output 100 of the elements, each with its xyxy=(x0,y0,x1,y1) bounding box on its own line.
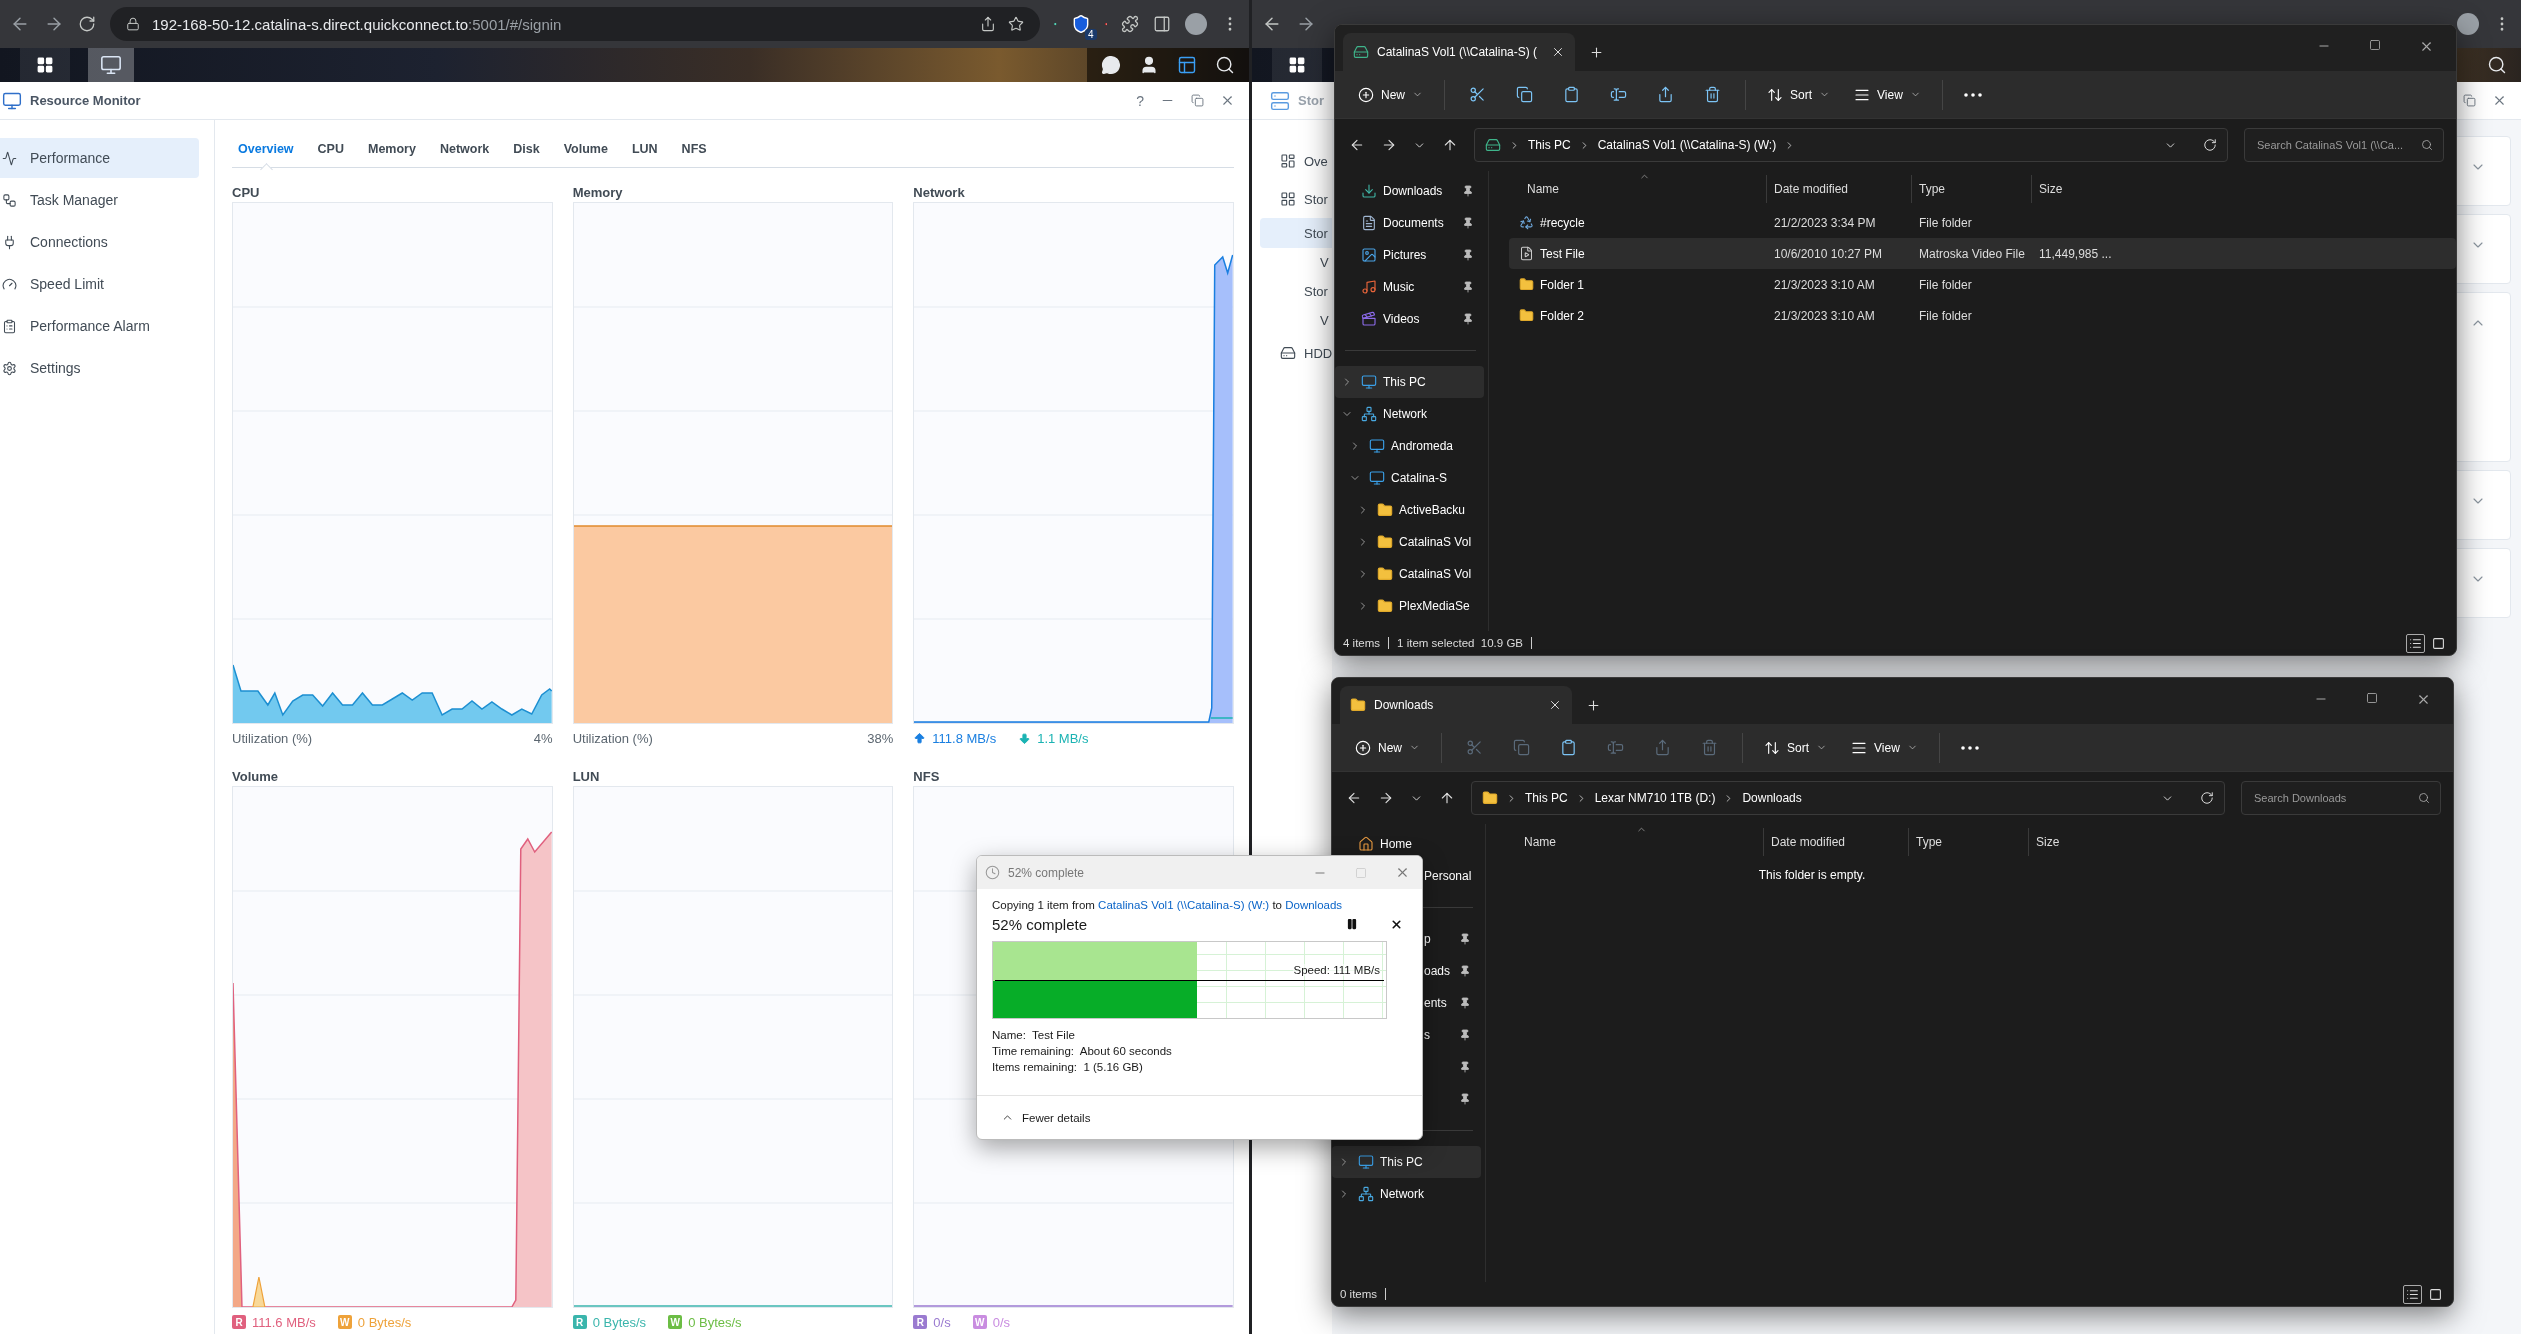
search-input[interactable]: Search Downloads xyxy=(2252,791,2412,805)
cancel-icon[interactable] xyxy=(1390,917,1403,931)
address-field[interactable]: This PC Lexar NM710 1TB (D:) Downloads xyxy=(1471,781,2225,815)
sidebar-item[interactable]: Stor xyxy=(1260,276,1332,306)
breadcrumb[interactable]: This PC xyxy=(1528,138,1571,152)
up-icon[interactable] xyxy=(1439,790,1455,806)
file-row[interactable]: Folder 2 21/3/2023 3:10 AM File folder xyxy=(1509,300,2456,331)
view-button[interactable]: View xyxy=(1845,77,1930,112)
share-icon[interactable] xyxy=(980,16,996,32)
up-icon[interactable] xyxy=(1442,137,1458,153)
new-tab-icon[interactable] xyxy=(1586,697,1601,713)
main-menu-icon[interactable] xyxy=(1288,56,1306,74)
chat-icon[interactable] xyxy=(1101,55,1121,75)
nav-item[interactable]: Andromeda xyxy=(1335,430,1484,462)
destination-link[interactable]: Downloads xyxy=(1285,899,1343,911)
tab[interactable]: Disk xyxy=(513,129,540,168)
breadcrumb[interactable]: This PC xyxy=(1525,791,1568,805)
file-row[interactable]: #recycle 21/2/2023 3:34 PM File folder xyxy=(1509,207,2456,238)
address-field[interactable]: This PC CatalinaS Vol1 (\\Catalina-S) (W:) xyxy=(1474,128,2228,162)
nav-item[interactable]: Network xyxy=(1335,398,1484,430)
nav-item[interactable]: Network xyxy=(1332,1178,1481,1210)
main-menu-icon[interactable] xyxy=(36,56,54,74)
nav-item[interactable]: oads xyxy=(1424,955,1481,987)
column-header[interactable]: Name xyxy=(1506,828,1763,856)
column-header[interactable]: Type xyxy=(1911,175,2031,203)
sidebar-item[interactable]: Performance Alarm xyxy=(0,306,199,346)
tab[interactable]: Memory xyxy=(368,129,416,168)
tab[interactable]: Network xyxy=(439,129,490,168)
close-icon[interactable] xyxy=(2416,692,2431,707)
restore-icon[interactable] xyxy=(1191,94,1204,107)
sidebar-item[interactable]: Ove xyxy=(1260,142,1332,180)
nav-item[interactable]: CatalinaS Vol xyxy=(1335,526,1484,558)
maximize-icon[interactable] xyxy=(2366,692,2378,704)
pause-icon[interactable] xyxy=(1346,917,1358,930)
tab[interactable]: LUN xyxy=(631,129,658,168)
sidebar-item[interactable]: Performance xyxy=(0,138,199,178)
search-icon[interactable] xyxy=(1215,55,1235,75)
nav-item[interactable]: p xyxy=(1424,923,1481,955)
nav-item[interactable]: CatalinaS Vol xyxy=(1335,558,1484,590)
sidebar-item[interactable]: Speed Limit xyxy=(0,264,199,304)
file-row[interactable]: Folder 1 21/3/2023 3:10 AM File folder xyxy=(1509,269,2456,300)
nav-item[interactable]: Pictures xyxy=(1335,239,1484,271)
help-button[interactable]: ? xyxy=(1136,92,1144,109)
column-header[interactable]: Type xyxy=(1908,828,2028,856)
nav-item[interactable]: PlexMediaSe xyxy=(1335,590,1484,622)
column-header[interactable]: Size xyxy=(2028,828,2118,856)
user-icon[interactable] xyxy=(1139,55,1159,75)
forward-icon[interactable] xyxy=(1381,137,1397,153)
sidebar-item[interactable]: HDD xyxy=(1260,334,1332,372)
search-field[interactable]: Search CatalinaS Vol1 (\\Ca... xyxy=(2244,128,2444,162)
back-icon[interactable] xyxy=(1346,790,1362,806)
sidebar-item[interactable]: Stor xyxy=(1260,180,1332,218)
breadcrumb[interactable]: Downloads xyxy=(1742,791,1802,805)
new-tab-icon[interactable] xyxy=(1589,44,1604,60)
nav-item[interactable]: s xyxy=(1424,1019,1481,1051)
close-icon[interactable] xyxy=(2419,39,2434,54)
close-icon[interactable] xyxy=(1551,45,1565,59)
search-field[interactable]: Search Downloads xyxy=(2241,781,2441,815)
restore-icon[interactable] xyxy=(2463,94,2476,107)
nav-item[interactable]: Catalina-S xyxy=(1335,462,1484,494)
refresh-icon[interactable] xyxy=(2203,138,2217,152)
sort-button[interactable]: Sort xyxy=(1758,77,1840,112)
nav-item[interactable]: This PC xyxy=(1335,366,1484,398)
nav-item[interactable]: This PC xyxy=(1332,1146,1481,1178)
extensions-icon[interactable] xyxy=(1121,15,1139,33)
search-icon[interactable] xyxy=(2487,55,2507,75)
widgets-icon[interactable] xyxy=(1177,55,1197,75)
sidebar-item[interactable]: Task Manager xyxy=(0,180,199,220)
close-icon[interactable] xyxy=(1220,93,1235,108)
forward-icon[interactable] xyxy=(1378,790,1394,806)
column-header[interactable]: Size xyxy=(2031,175,2121,203)
window-tab[interactable]: Downloads xyxy=(1340,686,1572,724)
column-header[interactable]: Date modified xyxy=(1766,175,1911,203)
avatar[interactable] xyxy=(2457,13,2479,35)
view-button[interactable]: View xyxy=(1842,730,1927,765)
sidebar-item[interactable]: Settings xyxy=(0,348,199,388)
column-header[interactable]: Name xyxy=(1509,175,1766,203)
sidebar-item[interactable]: V xyxy=(1260,306,1332,334)
address-field[interactable]: 192-168-50-12.catalina-s.direct.quickconnect.to:5001/#/signin xyxy=(110,7,1040,41)
search-input[interactable]: Search CatalinaS Vol1 (\\Ca... xyxy=(2255,138,2415,152)
sidebar-item[interactable]: Connections xyxy=(0,222,199,262)
reload-icon[interactable] xyxy=(78,15,96,33)
nav-item[interactable]: Music xyxy=(1335,271,1484,303)
refresh-icon[interactable] xyxy=(2200,791,2214,805)
sidebar-item[interactable]: Stor xyxy=(1260,218,1332,248)
nav-item[interactable]: Documents xyxy=(1335,207,1484,239)
back-icon[interactable] xyxy=(1349,137,1365,153)
source-link[interactable]: CatalinaS Vol1 (\\Catalina-S) (W:) xyxy=(1098,899,1270,911)
sidebar-item[interactable]: V xyxy=(1260,248,1332,276)
close-icon[interactable] xyxy=(1548,698,1562,712)
nav-item[interactable]: Personal xyxy=(1424,860,1481,892)
details-view-button[interactable] xyxy=(2406,633,2425,653)
new-button[interactable]: New xyxy=(1349,77,1432,112)
details-view-button[interactable] xyxy=(2403,1284,2422,1304)
bookmark-star-icon[interactable] xyxy=(1008,16,1024,32)
tab[interactable]: CPU xyxy=(317,129,344,168)
breadcrumb[interactable]: CatalinaS Vol1 (\\Catalina-S) (W:) xyxy=(1597,138,1777,152)
column-header[interactable]: Date modified xyxy=(1763,828,1908,856)
breadcrumb[interactable]: Lexar NM710 1TB (D:) xyxy=(1594,791,1716,805)
tab[interactable]: NFS xyxy=(681,129,707,168)
